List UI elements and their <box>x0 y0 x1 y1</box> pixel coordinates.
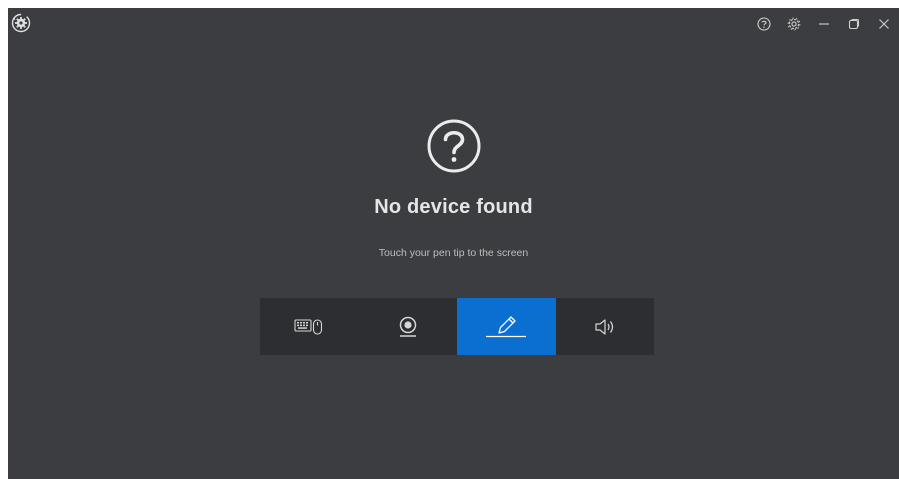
page-title: No device found <box>374 196 533 218</box>
speaker-icon <box>595 318 613 335</box>
keyboard-mouse-icon <box>294 318 323 335</box>
tab-pen[interactable] <box>457 298 556 355</box>
tab-keyboard-mouse[interactable] <box>260 298 359 355</box>
gear-refresh-logo-icon[interactable] <box>11 13 31 33</box>
settings-gear-icon[interactable] <box>779 12 809 36</box>
question-circle-icon <box>426 118 482 174</box>
webcam-icon <box>399 316 416 337</box>
minimize-icon[interactable] <box>809 12 839 36</box>
app-window: No device found Touch your pen tip to th… <box>8 8 899 479</box>
restore-icon[interactable] <box>839 12 869 36</box>
pen-icon <box>486 315 527 337</box>
tab-webcam[interactable] <box>359 298 458 355</box>
device-tab-bar <box>260 298 654 355</box>
window-controls <box>749 12 899 36</box>
close-icon[interactable] <box>869 12 899 36</box>
status-hint: Touch your pen tip to the screen <box>378 247 529 259</box>
help-question-icon[interactable] <box>749 12 779 36</box>
tab-speaker[interactable] <box>556 298 655 355</box>
